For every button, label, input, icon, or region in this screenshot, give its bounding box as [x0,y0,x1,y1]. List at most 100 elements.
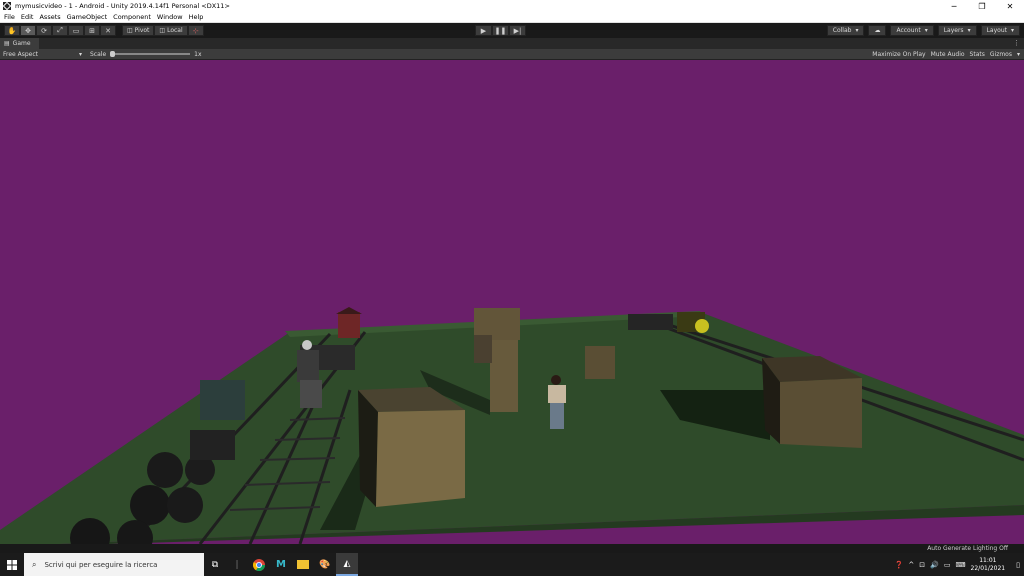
step-icon[interactable]: ▶| [509,25,526,36]
move-tool-icon[interactable]: ✥ [20,25,36,36]
tray-chevron-up-icon[interactable]: ^ [908,561,914,569]
local-toggle[interactable]: ◫ Local [154,25,188,36]
scale-value: 1x [194,50,202,58]
tab-bar: ▤ Game ⋮ [0,38,1024,49]
rotate-tool-icon[interactable]: ⟳ [36,25,52,36]
chevron-down-icon: ▾ [967,27,971,34]
play-controls: ▶ ❚❚ ▶| [475,25,526,36]
menu-help[interactable]: Help [189,13,204,21]
menu-component[interactable]: Component [113,13,151,21]
layout-label: Layout [986,27,1007,34]
account-label: Account [896,27,921,34]
account-dropdown[interactable]: Account ▾ [890,25,934,36]
crate-small-body [585,346,615,379]
yellow-train-front [695,319,709,333]
chevron-down-icon: ▾ [855,27,859,34]
mute-audio-toggle[interactable]: Mute Audio [931,51,965,58]
chrome-icon[interactable] [248,553,270,576]
zombie-body [297,350,319,382]
unity-app-icon [3,2,11,10]
crate-tall-shadow [474,335,492,363]
local-label: Local [167,27,183,34]
layout-dropdown[interactable]: Layout ▾ [980,25,1020,36]
minimize-button[interactable]: ─ [940,0,968,12]
game-options: Maximize On Play Mute Audio Stats Gizmos… [872,51,1020,58]
chevron-down-icon: ▾ [78,50,82,58]
collab-dropdown[interactable]: Collab ▾ [826,25,865,36]
search-placeholder: Scrivi qui per eseguire la ricerca [44,560,158,569]
help-icon[interactable]: ❓ [895,561,904,569]
network-icon[interactable]: ⊡ [919,561,925,569]
aspect-label: Free Aspect [3,50,39,58]
stats-toggle[interactable]: Stats [970,51,985,58]
menu-window[interactable]: Window [157,13,183,21]
dancer-torso [548,385,566,403]
pause-icon[interactable]: ❚❚ [492,25,509,36]
clock-date: 22/01/2021 [970,564,1006,572]
tab-menu-icon[interactable]: ⋮ [1013,39,1020,47]
task-view-icon[interactable]: ⧉ [204,553,226,576]
scale-slider-handle[interactable] [110,51,116,57]
aspect-dropdown[interactable]: Free Aspect ▾ [0,51,86,58]
tab-game[interactable]: ▤ Game [0,38,39,49]
layers-dropdown[interactable]: Layers ▾ [937,25,977,36]
custom-tool-icon[interactable]: ✕ [100,25,116,36]
train-engine-car [200,380,245,420]
scale-tool-icon[interactable]: ⤢ [52,25,68,36]
dancer-head [551,375,561,385]
train-caboose [338,312,360,338]
crate-front [358,387,465,507]
menu-bar: File Edit Assets GameObject Component Wi… [0,12,1024,23]
menu-file[interactable]: File [4,13,15,21]
close-button[interactable]: ✕ [996,0,1024,12]
clock[interactable]: 11:01 22/01/2021 [971,557,1006,573]
train-caboose-roof [336,307,362,314]
unity-taskbar-icon[interactable]: ◭ [336,553,358,576]
divider: | [235,559,239,570]
windows-icon [7,559,17,570]
main-toolbar: ✋ ✥ ⟳ ⤢ ▭ ⊞ ✕ ◫ Pivot ◫ Local ⊹ ▶ ❚❚ ▶| Co… [0,23,1024,38]
chevron-down-icon: ▾ [924,27,928,34]
menu-edit[interactable]: Edit [21,13,34,21]
notifications-icon[interactable]: ▯ [1016,561,1020,569]
battery-icon[interactable]: ▭ [944,561,951,569]
play-icon[interactable]: ▶ [475,25,492,36]
hand-tool-icon[interactable]: ✋ [4,25,20,36]
train-wheel [130,485,170,525]
transform-tool-icon[interactable]: ⊞ [84,25,100,36]
scale-label: Scale [90,50,107,58]
game-view-icon: ▤ [4,40,10,47]
maximize-on-play-toggle[interactable]: Maximize On Play [872,51,925,58]
paint-icon[interactable]: 🎨 [314,553,336,576]
file-explorer-icon[interactable] [292,553,314,576]
system-tray: ❓ ^ ⊡ 🔊 ▭ ⌨ 11:01 22/01/2021 ▯ [895,553,1024,576]
crate-front-face [376,410,465,507]
cloud-button[interactable]: ☁ [868,25,887,36]
search-icon: ⌕ [32,559,37,569]
maya-icon[interactable]: M [270,553,292,576]
volume-icon[interactable]: 🔊 [930,561,939,569]
game-view-toolbar: Free Aspect ▾ Scale 1x Maximize On Play M… [0,49,1024,60]
gizmos-toggle[interactable]: Gizmos [990,51,1012,58]
window-title: mymusicvideo - 1 - Android - Unity 2019.… [15,2,230,10]
menu-gameobject[interactable]: GameObject [67,13,108,21]
grid-snap-icon[interactable]: ⊹ [187,25,204,36]
menu-assets[interactable]: Assets [39,13,60,21]
scale-control: Scale 1x [90,51,202,58]
yellow-train [628,312,709,333]
game-viewport[interactable] [0,60,1024,544]
status-bar: Auto Generate Lighting Off [0,544,1024,553]
keyboard-icon[interactable]: ⌨ [955,561,965,569]
scene-render [0,307,1024,544]
clock-time: 11:01 [979,556,997,564]
window-controls: ─ ❐ ✕ [940,0,1024,12]
start-button[interactable] [0,553,24,576]
pivot-label: Pivot [134,27,150,34]
pivot-toggle[interactable]: ◫ Pivot [122,25,155,36]
chevron-down-icon[interactable]: ▾ [1017,51,1020,58]
crate-tall-body [490,338,518,412]
taskbar-search-box[interactable]: ⌕ Scrivi qui per eseguire la ricerca [24,553,204,576]
restore-button[interactable]: ❐ [968,0,996,12]
scale-slider[interactable] [110,51,191,57]
rect-tool-icon[interactable]: ▭ [68,25,84,36]
